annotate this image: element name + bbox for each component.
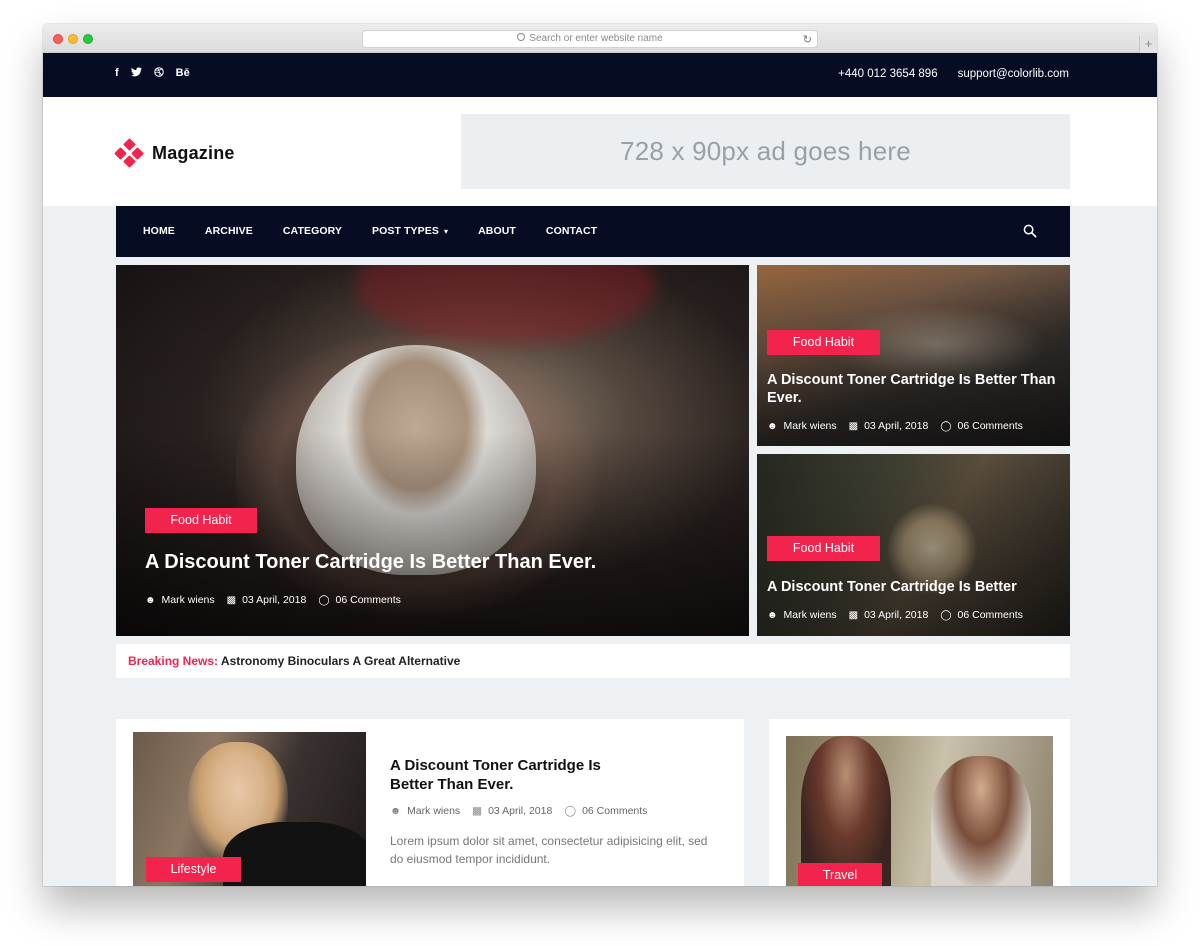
post-author[interactable]: Mark wiens [784,420,837,432]
behance-icon[interactable]: Bē [176,67,190,80]
post-meta: ☻ Mark wiens ▩ 03 April, 2018 ◯ 06 Comments [767,609,1023,621]
user-icon: ☻ [767,609,778,621]
comment-icon: ◯ [940,609,952,621]
post-excerpt: Lorem ipsum dolor sit amet, consectetur … [390,834,708,866]
category-tag[interactable]: Food Habit [767,330,880,355]
post-title[interactable]: A Discount Toner Cartridge Is Better [767,578,1062,596]
comment-icon: ◯ [564,805,577,817]
category-tag[interactable]: Travel [798,863,882,886]
search-icon[interactable] [1023,224,1037,238]
post-meta: ☻ Mark wiens ▩ 03 April, 2018 ◯ 06 Comments [767,420,1023,432]
close-window-button[interactable] [53,34,63,44]
hero-main-post[interactable]: Food Habit A Discount Toner Cartridge Is… [116,265,749,636]
ad-banner[interactable]: 728 x 90px ad goes here [461,114,1070,189]
address-bar[interactable]: Search or enter website name ↻ [362,30,818,48]
breaking-news-label: Breaking News: [128,654,219,668]
nav-item-post-types-label: POST TYPES [372,225,439,237]
post-comments[interactable]: 06 Comments [582,805,647,817]
user-icon: ☻ [390,805,402,817]
breaking-news-headline[interactable]: Astronomy Binoculars A Great Alternative [221,654,460,668]
reload-icon[interactable]: ↻ [803,32,812,48]
chevron-down-icon: ▾ [443,227,449,236]
nav-item-category[interactable]: CATEGORY [283,225,342,237]
dribbble-icon[interactable] [153,67,164,80]
nav-item-post-types[interactable]: POST TYPES ▾ [372,225,448,237]
social-links: f Bē [115,67,190,80]
calendar-icon: ▩ [472,805,483,817]
browser-window: Search or enter website name ↻ + f Bē +4… [43,24,1157,886]
post-thumbnail[interactable]: Lifestyle [133,732,366,886]
new-tab-button[interactable]: + [1139,36,1157,53]
post-title[interactable]: A Discount Toner Cartridge Is Better Tha… [145,551,705,574]
search-icon [517,33,526,41]
post-meta: ☻ Mark wiens ▩ 03 April, 2018 ◯ 06 Comments [390,805,647,817]
nav-item-archive[interactable]: ARCHIVE [205,225,253,237]
facebook-icon[interactable]: f [115,67,119,80]
top-bar: f Bē +440 012 3654 896 support@colorlib.… [43,53,1157,97]
post-title[interactable]: A Discount Toner Cartridge Is Better Tha… [767,371,1057,407]
contact-info: +440 012 3654 896 support@colorlib.com [838,68,1069,80]
browser-toolbar: Search or enter website name ↻ + [43,24,1157,53]
logo-mark-icon [114,138,144,168]
post-comments[interactable]: 06 Comments [958,420,1023,432]
post-date: 03 April, 2018 [864,609,929,621]
nav-item-about[interactable]: ABOUT [478,225,516,237]
minimize-window-button[interactable] [68,34,78,44]
post-date: 03 April, 2018 [242,594,307,606]
post-author[interactable]: Mark wiens [784,609,837,621]
post-author[interactable]: Mark wiens [162,594,215,606]
user-icon: ☻ [767,420,778,432]
hero-side-post[interactable]: Food Habit A Discount Toner Cartridge Is… [757,454,1070,636]
nav-item-home[interactable]: HOME [143,225,175,237]
post-thumbnail[interactable]: Travel [786,736,1053,886]
comment-icon: ◯ [318,594,330,606]
hero-side-post[interactable]: Food Habit A Discount Toner Cartridge Is… [757,265,1070,446]
post-author[interactable]: Mark wiens [407,805,460,817]
category-tag[interactable]: Lifestyle [146,857,241,882]
post-comments[interactable]: 06 Comments [336,594,401,606]
category-tag[interactable]: Food Habit [145,508,257,533]
category-tag[interactable]: Food Habit [767,536,880,561]
logo-text: Magazine [152,142,235,163]
nav-item-contact[interactable]: CONTACT [546,225,597,237]
site-header: Magazine 728 x 90px ad goes here [43,97,1157,206]
post-meta: ☻ Mark wiens ▩ 03 April, 2018 ◯ 06 Comments [145,594,401,606]
post-date: 03 April, 2018 [488,805,553,817]
calendar-icon: ▩ [226,594,237,606]
user-icon: ☻ [145,594,156,606]
calendar-icon: ▩ [848,420,859,432]
breaking-news-bar: Breaking News: Astronomy Binoculars A Gr… [116,644,1070,678]
address-placeholder: Search or enter website name [529,33,663,44]
calendar-icon: ▩ [848,609,859,621]
post-date: 03 April, 2018 [864,420,929,432]
post-title[interactable]: A Discount Toner Cartridge Is Better Tha… [390,756,630,794]
comment-icon: ◯ [940,420,952,432]
email-address[interactable]: support@colorlib.com [958,68,1069,80]
phone-number[interactable]: +440 012 3654 896 [838,68,937,80]
main-nav: HOME ARCHIVE CATEGORY POST TYPES ▾ ABOUT … [116,206,1070,257]
site-logo[interactable]: Magazine [114,138,235,168]
post-card: Lifestyle A Discount Toner Cartridge Is … [116,719,744,886]
post-card: Travel [769,719,1070,886]
twitter-icon[interactable] [130,67,142,80]
post-comments[interactable]: 06 Comments [958,609,1023,621]
maximize-window-button[interactable] [83,34,93,44]
